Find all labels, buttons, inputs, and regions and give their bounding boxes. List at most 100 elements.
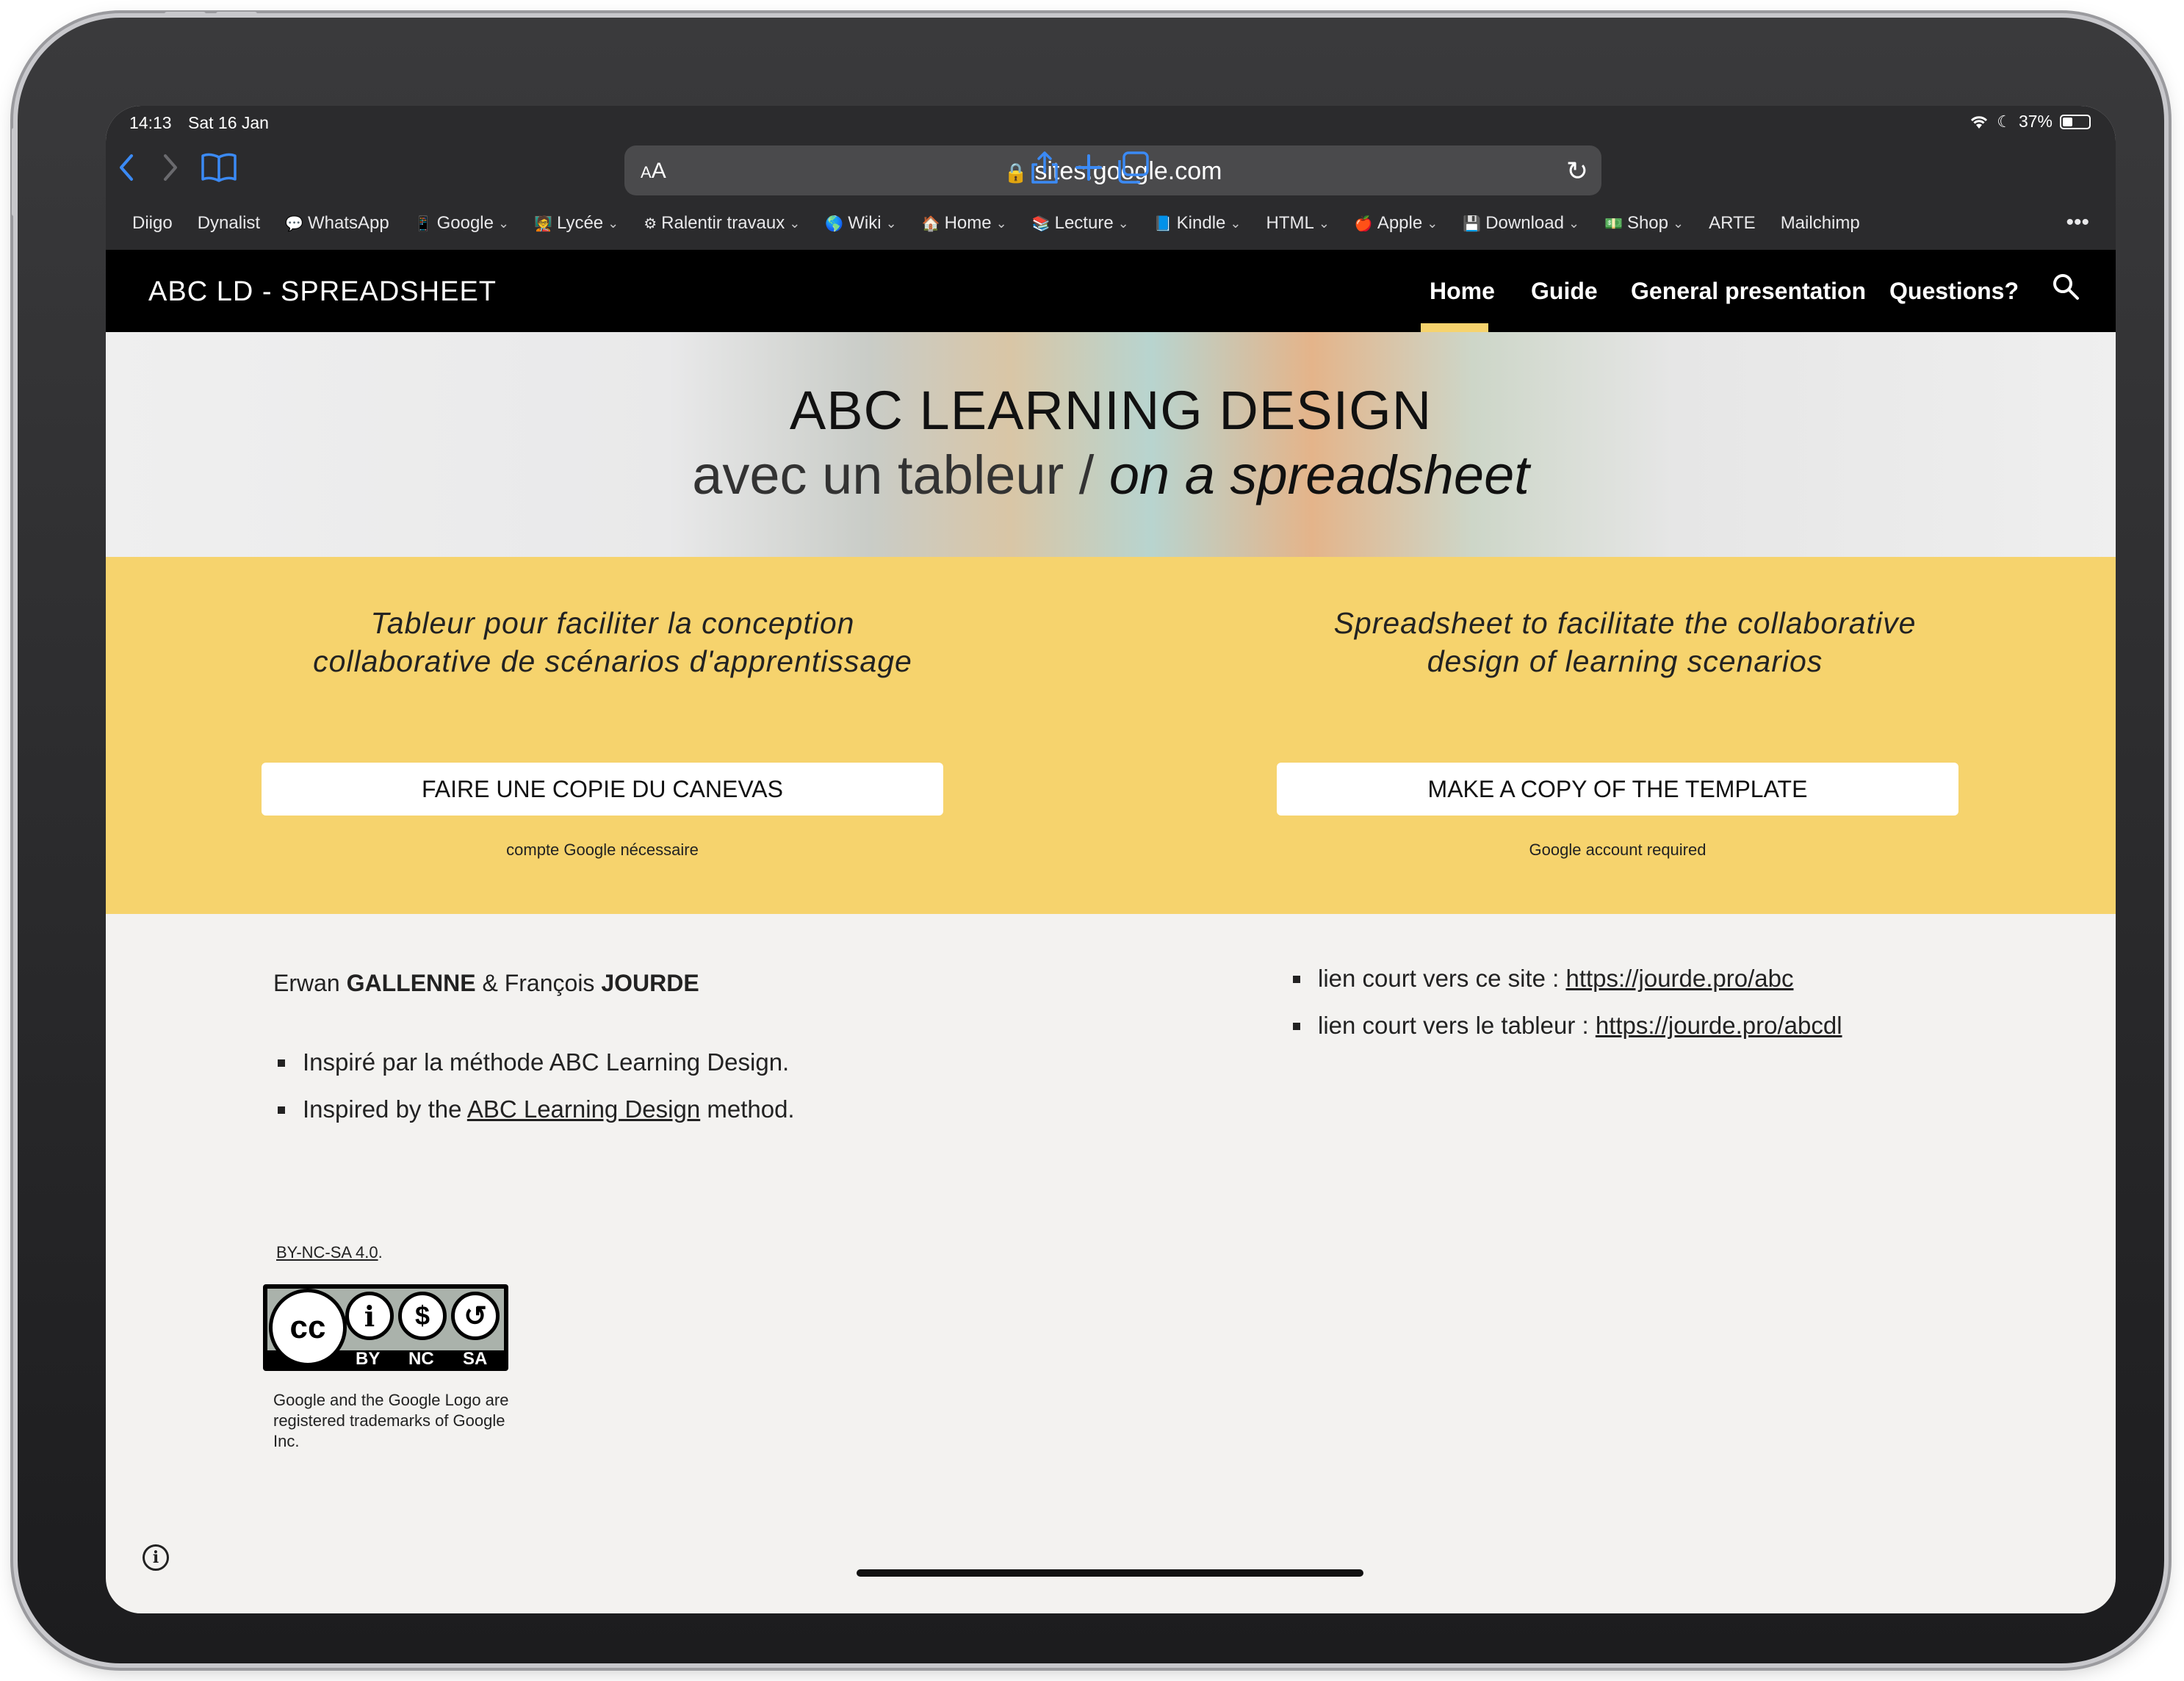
bookmark-label: Lycée: [556, 213, 604, 233]
bookmark-item[interactable]: 🍎 Apple ⌄: [1355, 213, 1438, 234]
abc-learning-design-link[interactable]: ABC Learning Design: [467, 1095, 700, 1123]
inspired-en-post: method.: [700, 1095, 795, 1123]
bookmark-item[interactable]: 📱 Google ⌄: [414, 213, 509, 234]
license-link-line: BY-NC-SA 4.0.: [276, 1243, 383, 1262]
bookmark-item[interactable]: 🌎 Wiki ⌄: [825, 213, 896, 234]
forward-icon[interactable]: [150, 147, 191, 188]
copy-section: Tableur pour faciliter la conception col…: [106, 557, 2116, 914]
moon-icon: ☾: [1997, 112, 2011, 131]
bookmark-label: Shop: [1626, 213, 1669, 233]
share-icon[interactable]: [1024, 147, 1065, 188]
sheet-short-link[interactable]: https://jourde.pro/abcdl: [1596, 1012, 1842, 1039]
nav-questions[interactable]: Questions?: [1889, 278, 2019, 305]
short-links-list: lien court vers ce site : https://jourde…: [1289, 955, 1842, 1049]
authors-and: &: [475, 970, 505, 996]
bookmark-item[interactable]: Mailchimp: [1781, 213, 1860, 234]
noncommercial-icon: $: [398, 1292, 447, 1340]
site-header: ABC LD - SPREADSHEET Home Guide General …: [106, 250, 2116, 332]
screen: 14:13 Sat 16 Jan ☾ 37% AA 🔒 sites.google…: [106, 106, 2116, 1613]
bookmark-item[interactable]: 🧑‍🏫 Lycée ⌄: [534, 213, 619, 234]
bookmark-item[interactable]: 📘 Kindle ⌄: [1154, 213, 1241, 234]
battery-icon: [2060, 114, 2091, 129]
browser-toolbar: AA 🔒 sites.google.com ↻: [106, 138, 2116, 197]
list-item: lien court vers ce site : https://jourde…: [1289, 955, 1842, 1002]
bookmark-item[interactable]: 💾 Download ⌄: [1463, 213, 1579, 234]
bookmark-item[interactable]: HTML ⌄: [1266, 213, 1329, 234]
bookmark-label: Lecture: [1054, 213, 1114, 233]
volume-button: [165, 12, 206, 16]
bookmark-label: Diigo: [132, 213, 173, 233]
nav-home[interactable]: Home: [1430, 278, 1495, 305]
author1-last: GALLENNE: [346, 970, 476, 996]
cc-badge-labels: BY NC SA: [263, 1349, 508, 1369]
home-indicator[interactable]: [857, 1569, 1363, 1577]
right-heading: Spreadsheet to facilitate the collaborat…: [1258, 604, 1992, 680]
bookmark-item[interactable]: 💬 WhatsApp: [285, 213, 389, 234]
bookmark-label: Google: [436, 213, 494, 233]
cc-label-nc: NC: [408, 1349, 434, 1369]
bookmark-item[interactable]: Dynalist: [198, 213, 260, 234]
bookmark-item[interactable]: 🏠 Home ⌄: [922, 213, 1007, 234]
browser-chrome: 14:13 Sat 16 Jan ☾ 37% AA 🔒 sites.google…: [106, 106, 2116, 250]
chevron-down-icon: ⌄: [1230, 215, 1241, 231]
copy-canvas-button[interactable]: FAIRE UNE COPIE DU CANEVAS: [262, 763, 943, 816]
author2-first: François: [504, 970, 602, 996]
chevron-down-icon: ⌄: [1568, 215, 1580, 231]
trademark-notice: Google and the Google Logo are registere…: [273, 1391, 509, 1450]
hero-subtitle: avec un tableur / on a spreadsheet: [106, 444, 2116, 506]
back-icon[interactable]: [106, 147, 147, 188]
status-date: Sat 16 Jan: [188, 113, 269, 132]
sharealike-icon: ↺: [451, 1292, 500, 1340]
bookmark-favicon-icon: 🌎: [825, 215, 844, 232]
more-icon[interactable]: •••: [2066, 210, 2089, 235]
nav-active-indicator: [1421, 323, 1488, 332]
copy-template-button[interactable]: MAKE A COPY OF THE TEMPLATE: [1277, 763, 1958, 816]
tabs-icon[interactable]: [1112, 147, 1153, 188]
status-time: 14:13: [129, 113, 172, 132]
bookmark-item[interactable]: Diigo: [132, 213, 173, 234]
info-icon[interactable]: i: [143, 1544, 169, 1571]
search-icon[interactable]: [2051, 272, 2080, 309]
bookmark-item[interactable]: 💵 Shop ⌄: [1604, 213, 1684, 234]
bookmark-favicon-icon: 💾: [1463, 215, 1482, 232]
chevron-down-icon: ⌄: [1427, 215, 1438, 231]
cc-license-badge[interactable]: cc i $ ↺ BY NC SA: [263, 1284, 508, 1371]
author1-first: Erwan: [273, 970, 347, 996]
volume-button: [216, 12, 257, 16]
nav-general-presentation[interactable]: General presentation: [1631, 278, 1866, 305]
left-heading-line1: Tableur pour faciliter la conception: [370, 606, 855, 640]
bookmark-label: HTML: [1266, 213, 1314, 233]
ipad-frame: 14:13 Sat 16 Jan ☾ 37% AA 🔒 sites.google…: [12, 12, 2164, 1663]
favorites-bar: Diigo Dynalist 💬 WhatsApp 📱 Google ⌄ 🧑‍🏫 Lycée ⌄ ⚙…: [106, 197, 2116, 250]
bookmark-label: Mailchimp: [1780, 213, 1860, 233]
bookmark-favicon-icon: 📘: [1153, 215, 1172, 232]
bookmark-favicon-icon: 🍎: [1354, 215, 1373, 232]
sheet-link-label: lien court vers le tableur :: [1318, 1012, 1596, 1039]
site-title[interactable]: ABC LD - SPREADSHEET: [148, 276, 497, 308]
bookmark-favicon-icon: 📱: [414, 215, 433, 232]
bookmark-favicon-icon: ⚙: [644, 215, 657, 232]
site-short-link[interactable]: https://jourde.pro/abc: [1565, 965, 1793, 992]
inspired-fr: Inspiré par la méthode ABC Learning Desi…: [303, 1048, 790, 1076]
bookmark-item[interactable]: ARTE: [1709, 213, 1756, 234]
bookmarks-book-icon[interactable]: [198, 147, 239, 188]
left-heading: Tableur pour faciliter la conception col…: [245, 604, 980, 680]
bookmark-item[interactable]: ⚙ Ralentir travaux ⌄: [644, 213, 800, 234]
status-indicators: ☾ 37%: [1969, 112, 2091, 132]
bookmark-favicon-icon: 🧑‍🏫: [534, 215, 552, 232]
bookmark-item[interactable]: 📚 Lecture ⌄: [1032, 213, 1129, 234]
author2-last: JOURDE: [601, 970, 699, 996]
left-note: compte Google nécessaire: [506, 840, 699, 859]
new-tab-plus-icon[interactable]: [1068, 147, 1109, 188]
chevron-down-icon: ⌄: [885, 215, 897, 231]
hero-subtitle-fr: avec un tableur /: [692, 444, 1109, 505]
site-link-label: lien court vers ce site :: [1318, 965, 1566, 992]
chevron-down-icon: ⌄: [995, 215, 1007, 231]
status-bar: 14:13 Sat 16 Jan ☾ 37%: [106, 106, 2116, 138]
license-link[interactable]: BY-NC-SA 4.0: [276, 1243, 378, 1261]
bookmark-label: Dynalist: [197, 213, 261, 233]
nav-guide[interactable]: Guide: [1531, 278, 1598, 305]
reload-icon[interactable]: ↻: [1566, 156, 1588, 187]
cc-label-by: BY: [356, 1349, 381, 1369]
inspiration-list: Inspiré par la méthode ABC Learning Desi…: [273, 1039, 795, 1133]
